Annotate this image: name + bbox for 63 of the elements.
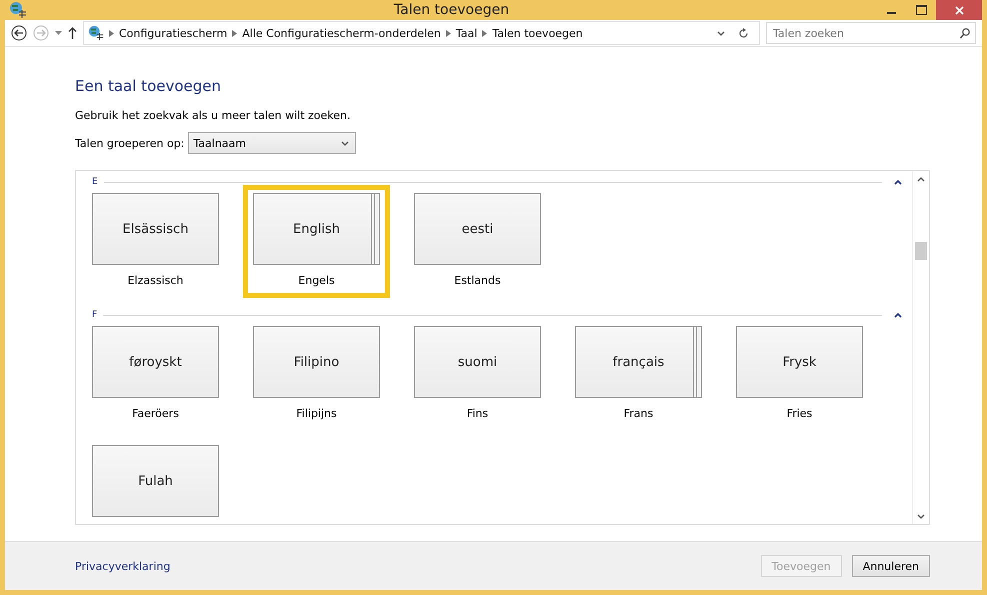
address-bar[interactable]: Configuratiescherm Alle Configuratiescherm-onderdelen Taal Talen toevoegen xyxy=(83,21,760,45)
privacy-link[interactable]: Privacyverklaring xyxy=(75,560,170,572)
language-tile[interactable]: français xyxy=(575,326,702,398)
maximize-icon xyxy=(916,5,926,15)
language-option[interactable]: føroyskt Faeröers xyxy=(82,318,229,431)
dialog-button[interactable]: Annuleren xyxy=(852,555,930,577)
page-heading: Een taal toevoegen xyxy=(75,77,222,95)
dropdown-icon[interactable] xyxy=(55,31,62,35)
chevron-icon xyxy=(446,30,451,36)
chevron-icon xyxy=(341,140,350,146)
window-title: Talen toevoegen xyxy=(392,2,510,18)
language-tile[interactable]: Filipino xyxy=(253,326,380,398)
language-tile[interactable]: Frysk xyxy=(736,326,863,398)
language-tile[interactable]: føroyskt xyxy=(92,326,219,398)
language-name: Faeröers xyxy=(132,407,179,420)
group-letter: F xyxy=(92,310,98,320)
breadcrumb-item[interactable]: Configuratiescherm xyxy=(119,26,228,40)
search-icon xyxy=(960,28,970,39)
globe-language-icon xyxy=(88,25,104,41)
chevron-icon xyxy=(917,514,925,518)
language-option[interactable]: suomi Fins xyxy=(404,318,551,431)
globe-language-icon xyxy=(9,1,27,19)
group-letter: E xyxy=(92,177,98,187)
chevron-icon xyxy=(482,30,488,36)
language-tile[interactable]: English xyxy=(253,193,380,265)
chevron-icon xyxy=(894,312,902,318)
breadcrumb-item[interactable]: Alle Configuratiescherm-onderdelen xyxy=(242,26,441,40)
scrollbar-thumb[interactable] xyxy=(915,242,927,260)
breadcrumb-item[interactable]: Talen toevoegen xyxy=(492,26,583,40)
language-name: Engels xyxy=(298,274,335,287)
language-name: Fries xyxy=(786,407,812,420)
language-name: Elzassisch xyxy=(128,274,184,287)
language-option[interactable]: Filipino Filipijns xyxy=(243,318,390,431)
chevron-icon xyxy=(109,30,114,36)
language-tile[interactable]: Elsässisch xyxy=(92,193,219,265)
language-option[interactable]: English Engels xyxy=(243,185,390,298)
language-name: Frans xyxy=(624,407,654,420)
group-by-dropdown[interactable]: Taalnaam xyxy=(188,132,356,154)
search-field[interactable]: Talen zoeken xyxy=(766,22,976,44)
language-tile[interactable]: Fulah xyxy=(92,445,219,517)
language-option[interactable]: français Frans xyxy=(565,318,712,431)
language-tile[interactable]: eesti xyxy=(414,193,541,265)
back-icon[interactable] xyxy=(11,25,27,41)
chevron-icon xyxy=(894,180,902,184)
breadcrumb-item[interactable]: Taal xyxy=(456,26,478,40)
chevron-icon xyxy=(232,30,238,36)
language-option[interactable]: eesti Estlands xyxy=(404,185,551,298)
language-option[interactable]: Elsässisch Elzassisch xyxy=(82,185,229,298)
language-name: Estlands xyxy=(454,274,501,287)
dropdown-icon xyxy=(717,30,725,36)
language-option[interactable]: Frysk Fries xyxy=(726,318,873,431)
hint-text: Gebruik het zoekvak als u meer talen wilt zoeken. xyxy=(75,109,352,122)
up-arrow-icon[interactable] xyxy=(68,27,77,39)
chevron-icon xyxy=(917,176,925,182)
language-name: Filipijns xyxy=(296,407,337,420)
refresh-icon[interactable] xyxy=(738,28,749,38)
language-name: Fins xyxy=(466,407,488,420)
group-by-label: Talen groeperen op: xyxy=(75,136,184,150)
language-tile[interactable]: suomi xyxy=(414,326,541,398)
close-button[interactable] xyxy=(936,0,982,20)
language-option[interactable]: Fulah xyxy=(82,437,229,524)
minimize-icon xyxy=(886,12,896,14)
close-icon xyxy=(954,6,964,14)
